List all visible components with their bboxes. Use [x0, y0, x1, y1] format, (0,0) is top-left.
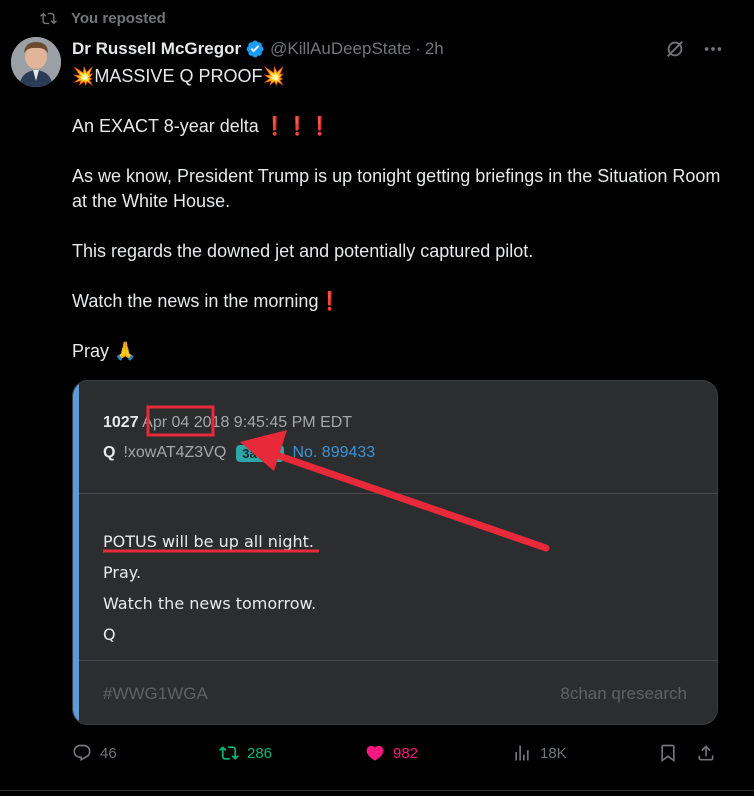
- author-handle[interactable]: @KillAuDeepState: [270, 39, 411, 59]
- qpost-line: Pray.: [103, 563, 142, 582]
- qpost-id-row: Q !xowAT4Z3VQ 3a3aa No. 899433: [103, 444, 375, 462]
- grok-icon[interactable]: [664, 38, 686, 60]
- qpost-hashtag: #WWG1WGA: [103, 684, 208, 703]
- like-count: 982: [393, 744, 419, 762]
- tweet-actions: 46 286 982 18K: [72, 741, 718, 769]
- more-icon[interactable]: [702, 38, 724, 60]
- share-icon: [698, 745, 714, 761]
- repost-context[interactable]: You reposted: [40, 10, 166, 27]
- views-count: 18K: [540, 744, 567, 762]
- qpost-date: Apr 04: [142, 414, 190, 431]
- bookmark-button[interactable]: [658, 743, 678, 763]
- tweet-line-pray: Pray 🙏: [72, 341, 137, 361]
- qpost-body: POTUS will be up all night. Pray. Watch …: [103, 526, 316, 650]
- repost-icon: [40, 12, 57, 25]
- avatar[interactable]: [11, 37, 61, 87]
- tweet-header: Dr Russell McGregor @KillAuDeepState · 2…: [72, 38, 724, 60]
- qpost-meta: 1027 Apr 04 2018 9:45:45 PM EDT: [103, 414, 352, 432]
- qpost-id-tag: 3a3aa: [236, 444, 285, 462]
- tweet-line-jet: This regards the downed jet and potentia…: [72, 241, 534, 261]
- qpost-datetime: 2018 9:45:45 PM EDT: [193, 414, 353, 431]
- post-time[interactable]: 2h: [425, 39, 444, 59]
- like-icon: [366, 745, 384, 761]
- tweet-text: 💥MASSIVE Q PROOF💥 An EXACT 8-year delta …: [72, 64, 722, 364]
- views-button[interactable]: 18K: [512, 743, 567, 763]
- reply-button[interactable]: 46: [72, 743, 117, 763]
- qpost-number: 1027: [103, 414, 139, 431]
- repost-label: You reposted: [71, 10, 166, 27]
- reply-icon: [73, 744, 91, 762]
- qpost-tripcode: !xowAT4Z3VQ: [123, 444, 227, 461]
- reply-count: 46: [100, 744, 117, 762]
- verified-badge-icon: [246, 40, 264, 58]
- tweet-separator: [0, 790, 754, 791]
- views-icon: [515, 745, 529, 761]
- repost-action-icon: [219, 746, 239, 760]
- like-button[interactable]: 982: [365, 743, 418, 763]
- qpost-line: Q: [103, 625, 116, 644]
- embedded-image[interactable]: 1027 Apr 04 2018 9:45:45 PM EDT Q !xowAT…: [72, 380, 718, 725]
- tweet-line-delta: An EXACT 8-year delta ❗❗❗: [72, 116, 332, 136]
- embed-divider: [79, 660, 717, 661]
- bookmark-icon: [661, 744, 675, 763]
- qpost-line: Watch the news tomorrow.: [103, 594, 317, 613]
- author-name[interactable]: Dr Russell McGregor: [72, 39, 241, 59]
- embed-accent-bar: [73, 381, 79, 724]
- separator-dot: ·: [415, 39, 421, 58]
- qpost-author: Q: [103, 444, 116, 461]
- repost-button[interactable]: 286: [219, 743, 272, 763]
- qpost-no: No. 899433: [292, 444, 376, 461]
- share-button[interactable]: [696, 743, 716, 763]
- embed-divider: [79, 493, 717, 494]
- tweet-headline: 💥MASSIVE Q PROOF💥: [72, 66, 285, 86]
- qpost-line: POTUS will be up all night.: [103, 532, 314, 551]
- qpost-board: 8chan qresearch: [560, 684, 687, 703]
- tweet-line-news: Watch the news in the morning❗: [72, 291, 341, 311]
- tweet-line-briefings: As we know, President Trump is up tonigh…: [72, 166, 721, 211]
- repost-count: 286: [247, 744, 273, 762]
